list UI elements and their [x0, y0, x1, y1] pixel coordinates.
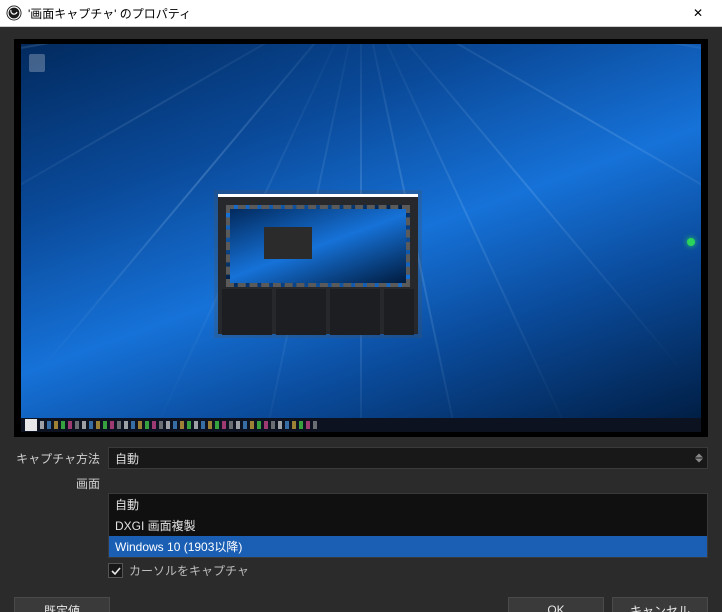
capture-method-row: キャプチャ方法 自動 — [14, 447, 708, 469]
capture-method-option[interactable]: DXGI 画面複製 — [109, 515, 707, 536]
capture-method-value: 自動 — [115, 450, 139, 467]
start-icon — [25, 419, 37, 431]
preview-area — [0, 27, 722, 441]
captured-desktop — [21, 44, 701, 432]
capture-method-label: キャプチャ方法 — [14, 450, 108, 467]
window-title: '画面キャプチャ' のプロパティ — [28, 5, 678, 22]
captured-taskbar — [21, 418, 701, 432]
dialog-footer: 既定値 OK キャンセル — [0, 589, 722, 612]
titlebar: '画面キャプチャ' のプロパティ ✕ — [0, 0, 722, 27]
cancel-button[interactable]: キャンセル — [612, 597, 708, 612]
capture-method-dropdown: 自動 DXGI 画面複製 Windows 10 (1903以降) — [108, 493, 708, 558]
obs-icon — [6, 5, 22, 21]
close-button[interactable]: ✕ — [678, 0, 718, 26]
capture-method-option[interactable]: Windows 10 (1903以降) — [109, 536, 707, 557]
cursor-checkbox-row: カーソルをキャプチャ — [108, 560, 708, 581]
ok-button[interactable]: OK — [508, 597, 604, 612]
preview-frame — [14, 39, 708, 437]
screen-row: 画面 — [14, 473, 708, 493]
defaults-button[interactable]: 既定値 — [14, 597, 110, 612]
screen-label: 画面 — [14, 473, 108, 492]
chevron-updown-icon — [695, 454, 703, 463]
capture-method-combobox[interactable]: 自動 — [108, 447, 708, 469]
cursor-checkbox-label: カーソルをキャプチャ — [129, 562, 249, 579]
close-icon: ✕ — [693, 6, 703, 20]
edge-indicator-icon — [687, 238, 695, 246]
form-area: キャプチャ方法 自動 画面 自動 DXGI 画面複製 Windows 10 (1… — [0, 441, 722, 589]
desktop-icon — [29, 54, 45, 72]
checkmark-icon — [111, 566, 121, 576]
properties-dialog: '画面キャプチャ' のプロパティ ✕ — [0, 0, 722, 612]
cursor-checkbox[interactable] — [108, 563, 123, 578]
dialog-body: キャプチャ方法 自動 画面 自動 DXGI 画面複製 Windows 10 (1… — [0, 27, 722, 612]
capture-method-option[interactable]: 自動 — [109, 494, 707, 515]
recursive-obs-window — [218, 194, 418, 334]
